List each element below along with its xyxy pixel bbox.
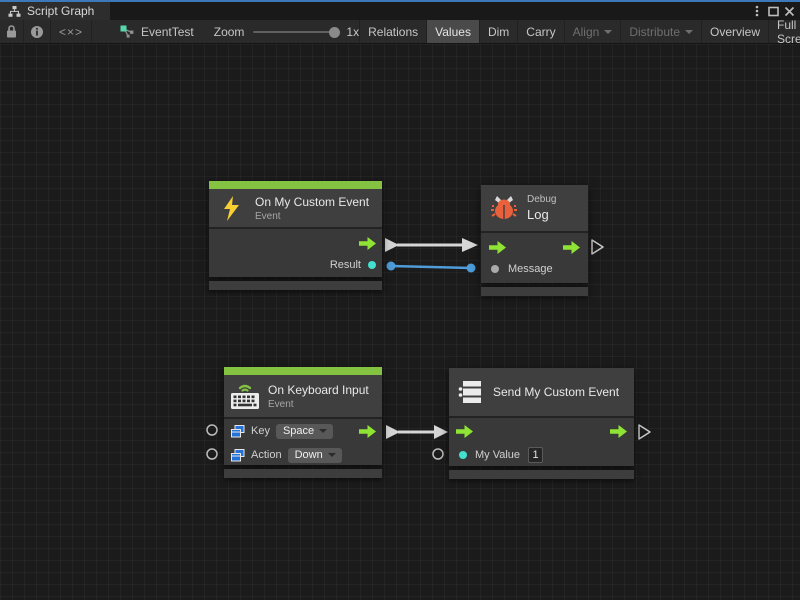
overview-button[interactable]: Overview	[701, 20, 768, 43]
code-icon: <×>	[59, 25, 83, 39]
value-connection[interactable]	[387, 262, 476, 273]
node-title: On Keyboard Input	[268, 383, 369, 397]
node-send-my-custom-event[interactable]: Send My Custom Event My Value 1	[449, 368, 634, 479]
chevron-down-icon	[685, 30, 693, 34]
event-node-bar	[224, 367, 382, 375]
node-footer	[209, 281, 382, 290]
node-footer	[224, 469, 382, 478]
control-output-port[interactable]	[610, 425, 627, 438]
my-value-input[interactable]: 1	[528, 447, 543, 463]
keyboard-icon	[229, 381, 261, 411]
node-surtitle: Debug	[527, 194, 556, 205]
unconnected-port-circle[interactable]	[433, 449, 443, 459]
info-icon	[30, 25, 44, 39]
param-row-action: Action Down	[224, 443, 382, 467]
control-output-port[interactable]	[359, 237, 376, 250]
param-row-key: Key Space	[224, 419, 382, 443]
control-input-port[interactable]	[489, 241, 506, 254]
info-button[interactable]	[24, 20, 51, 43]
chevron-down-icon	[604, 30, 612, 34]
enum-icon	[231, 449, 245, 462]
control-output-port[interactable]	[359, 425, 376, 438]
values-button[interactable]: Values	[426, 20, 479, 43]
lightning-bolt-icon	[222, 196, 241, 221]
port-label-result: Result	[330, 259, 361, 271]
dropdown-caret-icon	[328, 453, 336, 457]
close-button[interactable]	[781, 3, 797, 19]
value-input-port[interactable]	[459, 451, 467, 459]
node-title: On My Custom Event	[255, 195, 369, 209]
maximize-button[interactable]	[765, 3, 781, 19]
custom-event-icon	[457, 379, 483, 405]
port-label-my-value: My Value	[475, 449, 520, 461]
value-input-port[interactable]	[491, 265, 499, 273]
graph-hierarchy-icon	[8, 6, 21, 17]
key-dropdown[interactable]: Space	[276, 424, 333, 439]
zoom-value: 1x	[346, 25, 359, 39]
flow-continuation-icon	[592, 240, 603, 254]
action-dropdown[interactable]: Down	[288, 448, 342, 463]
tab-bar: Script Graph	[0, 2, 800, 20]
node-subtitle: Event	[268, 399, 369, 410]
unconnected-port-circle[interactable]	[207, 425, 217, 435]
distribute-button[interactable]: Distribute	[620, 20, 701, 43]
graph-canvas[interactable]: On My Custom Event Event Result	[0, 44, 800, 600]
graph-toolbar: <×> EventTest Zoom 1x Relations Values	[0, 20, 800, 44]
control-input-port[interactable]	[456, 425, 473, 438]
unconnected-port-circle[interactable]	[207, 449, 217, 459]
align-button[interactable]: Align	[564, 20, 621, 43]
connections-overlay	[0, 44, 800, 600]
tab-title: Script Graph	[27, 4, 94, 18]
node-on-keyboard-input[interactable]: On Keyboard Input Event Key	[224, 367, 382, 478]
dropdown-caret-icon	[319, 429, 327, 433]
visual-scripting-window: Script Graph	[0, 0, 800, 600]
graph-asset-name: EventTest	[141, 25, 194, 39]
port-label-message: Message	[508, 263, 553, 275]
node-title: Send My Custom Event	[493, 385, 619, 399]
script-graph-asset-icon	[120, 25, 135, 38]
enum-icon	[231, 425, 245, 438]
lock-icon	[6, 25, 17, 38]
zoom-slider-handle[interactable]	[329, 27, 340, 38]
window-controls	[749, 2, 797, 20]
control-connection[interactable]	[386, 425, 448, 439]
lock-button[interactable]	[0, 20, 24, 43]
zoom-slider[interactable]	[253, 31, 337, 33]
node-footer	[449, 470, 634, 479]
full-screen-button[interactable]: Full Screen	[768, 20, 800, 43]
node-footer	[481, 287, 588, 296]
control-connection[interactable]	[385, 238, 478, 252]
relations-button[interactable]: Relations	[359, 20, 426, 43]
control-output-port[interactable]	[563, 241, 580, 254]
param-label-action: Action	[251, 449, 282, 461]
carry-button[interactable]: Carry	[517, 20, 563, 43]
zoom-label: Zoom	[214, 25, 245, 39]
node-on-my-custom-event[interactable]: On My Custom Event Event Result	[209, 181, 382, 290]
value-output-port[interactable]	[368, 261, 376, 269]
tab-script-graph[interactable]: Script Graph	[0, 2, 110, 20]
dim-button[interactable]: Dim	[479, 20, 517, 43]
node-subtitle: Event	[255, 211, 369, 222]
bug-icon	[490, 194, 518, 222]
flow-continuation-icon	[639, 425, 650, 439]
node-debug-log[interactable]: Debug Log Message	[481, 185, 588, 296]
node-title: Log	[527, 207, 556, 222]
code-preview-button[interactable]: <×>	[51, 20, 92, 43]
param-label-key: Key	[251, 425, 270, 437]
window-menu-button[interactable]	[749, 3, 765, 19]
event-node-bar	[209, 181, 382, 189]
zoom-control: Zoom 1x	[214, 20, 359, 43]
graph-asset-button[interactable]: EventTest	[112, 20, 202, 43]
